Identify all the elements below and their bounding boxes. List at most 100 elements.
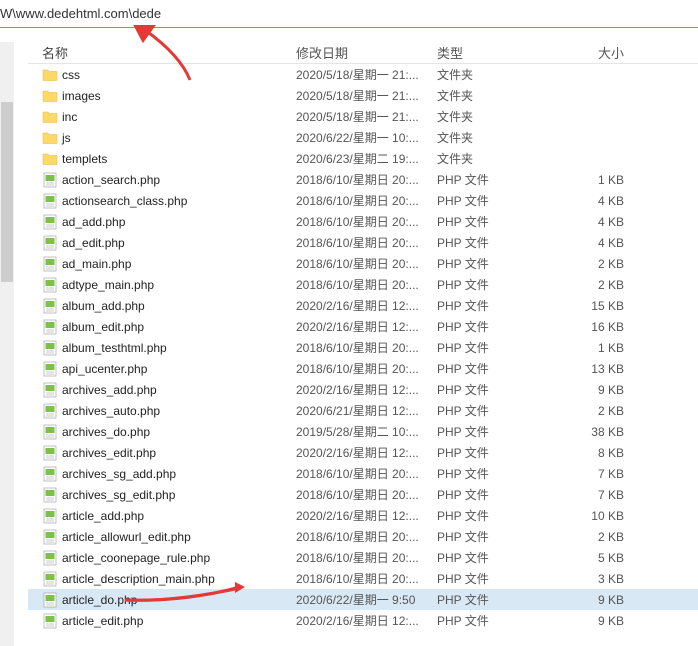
file-row[interactable]: css2020/5/18/星期一 21:...文件夹 (28, 64, 698, 85)
file-size: 9 KB (557, 383, 654, 397)
file-row[interactable]: album_edit.php2020/2/16/星期日 12:...PHP 文件… (28, 316, 698, 337)
file-name: article_coonepage_rule.php (62, 551, 210, 565)
folder-icon (42, 130, 58, 146)
file-row[interactable]: actionsearch_class.php2018/6/10/星期日 20:.… (28, 190, 698, 211)
file-type: PHP 文件 (437, 297, 557, 314)
file-date: 2020/2/16/星期日 12:... (296, 318, 437, 335)
file-row[interactable]: inc2020/5/18/星期一 21:...文件夹 (28, 106, 698, 127)
file-size: 5 KB (557, 551, 654, 565)
file-size: 38 KB (557, 425, 654, 439)
file-row[interactable]: templets2020/6/23/星期二 19:...文件夹 (28, 148, 698, 169)
file-date: 2018/6/10/星期日 20:... (296, 339, 437, 356)
php-file-icon (42, 214, 58, 230)
php-file-icon (42, 319, 58, 335)
file-name: archives_add.php (62, 383, 157, 397)
php-file-icon (42, 529, 58, 545)
file-name: archives_do.php (62, 425, 150, 439)
file-type: PHP 文件 (437, 444, 557, 461)
file-date: 2020/5/18/星期一 21:... (296, 66, 437, 83)
file-name: article_description_main.php (62, 572, 215, 586)
file-name: ad_main.php (62, 257, 131, 271)
file-row[interactable]: archives_do.php2019/5/28/星期二 10:...PHP 文… (28, 421, 698, 442)
file-row[interactable]: article_edit.php2020/2/16/星期日 12:...PHP … (28, 610, 698, 631)
file-name: archives_sg_add.php (62, 467, 176, 481)
php-file-icon (42, 193, 58, 209)
file-type: PHP 文件 (437, 465, 557, 482)
file-type: PHP 文件 (437, 192, 557, 209)
php-file-icon (42, 466, 58, 482)
folder-icon (42, 109, 58, 125)
file-row[interactable]: adtype_main.php 2018/6/10/星期日 20:...PHP 文… (28, 274, 698, 295)
file-type: PHP 文件 (437, 171, 557, 188)
column-header-name[interactable]: 名称 (28, 43, 296, 62)
file-row[interactable]: article_description_main.php2018/6/10/星期… (28, 568, 698, 589)
file-size: 13 KB (557, 362, 654, 376)
file-date: 2018/6/10/星期日 20:... (296, 528, 437, 545)
file-pane: 名称 修改日期 类型 大小 css2020/5/18/星期一 21:...文件夹… (0, 42, 698, 646)
file-size: 4 KB (557, 236, 654, 250)
column-header-date[interactable]: 修改日期 (296, 43, 437, 62)
file-type: 文件夹 (437, 150, 557, 167)
file-row[interactable]: archives_auto.php2020/6/21/星期日 12:...PHP… (28, 400, 698, 421)
file-size: 7 KB (557, 488, 654, 502)
file-row[interactable]: article_do.php2020/6/22/星期一 9:50PHP 文件9 … (28, 589, 698, 610)
file-size: 2 KB (557, 278, 654, 292)
file-name: album_edit.php (62, 320, 144, 334)
file-row[interactable]: archives_edit.php2020/2/16/星期日 12:...PHP… (28, 442, 698, 463)
file-name: article_do.php (62, 593, 137, 607)
php-file-icon (42, 277, 58, 293)
file-row[interactable]: ad_edit.php2018/6/10/星期日 20:...PHP 文件4 K… (28, 232, 698, 253)
file-type: PHP 文件 (437, 339, 557, 356)
left-gutter (0, 42, 28, 646)
file-row[interactable]: archives_sg_edit.php2018/6/10/星期日 20:...… (28, 484, 698, 505)
file-row[interactable]: article_add.php2020/2/16/星期日 12:...PHP 文… (28, 505, 698, 526)
folder-icon (42, 67, 58, 83)
file-name: js (62, 131, 71, 145)
scrollbar-track[interactable] (0, 42, 14, 646)
php-file-icon (42, 550, 58, 566)
address-bar[interactable]: W\www.dedehtml.com\dede (0, 0, 698, 28)
file-row[interactable]: action_search.php2018/6/10/星期日 20:...PHP… (28, 169, 698, 190)
php-file-icon (42, 487, 58, 503)
php-file-icon (42, 403, 58, 419)
file-row[interactable]: article_coonepage_rule.php2018/6/10/星期日 … (28, 547, 698, 568)
php-file-icon (42, 298, 58, 314)
file-date: 2018/6/10/星期日 20:... (296, 465, 437, 482)
php-file-icon (42, 508, 58, 524)
file-name: adtype_main.php (62, 278, 154, 292)
file-row[interactable]: article_allowurl_edit.php2018/6/10/星期日 2… (28, 526, 698, 547)
php-file-icon (42, 340, 58, 356)
file-type: PHP 文件 (437, 423, 557, 440)
file-date: 2020/2/16/星期日 12:... (296, 507, 437, 524)
file-row[interactable]: ad_add.php2018/6/10/星期日 20:...PHP 文件4 KB (28, 211, 698, 232)
file-row[interactable]: images2020/5/18/星期一 21:...文件夹 (28, 85, 698, 106)
file-row[interactable]: archives_add.php2020/2/16/星期日 12:...PHP … (28, 379, 698, 400)
file-row[interactable]: archives_sg_add.php 2018/6/10/星期日 20:...P… (28, 463, 698, 484)
file-row[interactable]: ad_main.php2018/6/10/星期日 20:...PHP 文件2 K… (28, 253, 698, 274)
column-header-type[interactable]: 类型 (437, 43, 557, 62)
file-list: 名称 修改日期 类型 大小 css2020/5/18/星期一 21:...文件夹… (28, 42, 698, 646)
file-date: 2020/5/18/星期一 21:... (296, 108, 437, 125)
file-row[interactable]: album_add.php2020/2/16/星期日 12:...PHP 文件1… (28, 295, 698, 316)
file-type: 文件夹 (437, 108, 557, 125)
file-name: article_edit.php (62, 614, 143, 628)
column-header-size[interactable]: 大小 (557, 43, 654, 62)
file-date: 2018/6/10/星期日 20:... (296, 276, 437, 293)
scrollbar-thumb[interactable] (1, 102, 13, 282)
spacer (0, 28, 698, 42)
file-date: 2018/6/10/星期日 20:... (296, 171, 437, 188)
file-date: 2020/2/16/星期日 12:... (296, 381, 437, 398)
file-row[interactable]: album_testhtml.php 2018/6/10/星期日 20:...PH… (28, 337, 698, 358)
file-name: album_testhtml.php (62, 341, 167, 355)
file-row[interactable]: js2020/6/22/星期一 10:...文件夹 (28, 127, 698, 148)
file-type: PHP 文件 (437, 276, 557, 293)
file-type: PHP 文件 (437, 234, 557, 251)
address-path: W\www.dedehtml.com\dede (0, 6, 161, 21)
file-name: archives_sg_edit.php (62, 488, 175, 502)
file-type: PHP 文件 (437, 507, 557, 524)
file-size: 3 KB (557, 572, 654, 586)
file-size: 1 KB (557, 341, 654, 355)
file-row[interactable]: api_ucenter.php2018/6/10/星期日 20:...PHP 文… (28, 358, 698, 379)
file-type: PHP 文件 (437, 612, 557, 629)
file-date: 2020/2/16/星期日 12:... (296, 444, 437, 461)
